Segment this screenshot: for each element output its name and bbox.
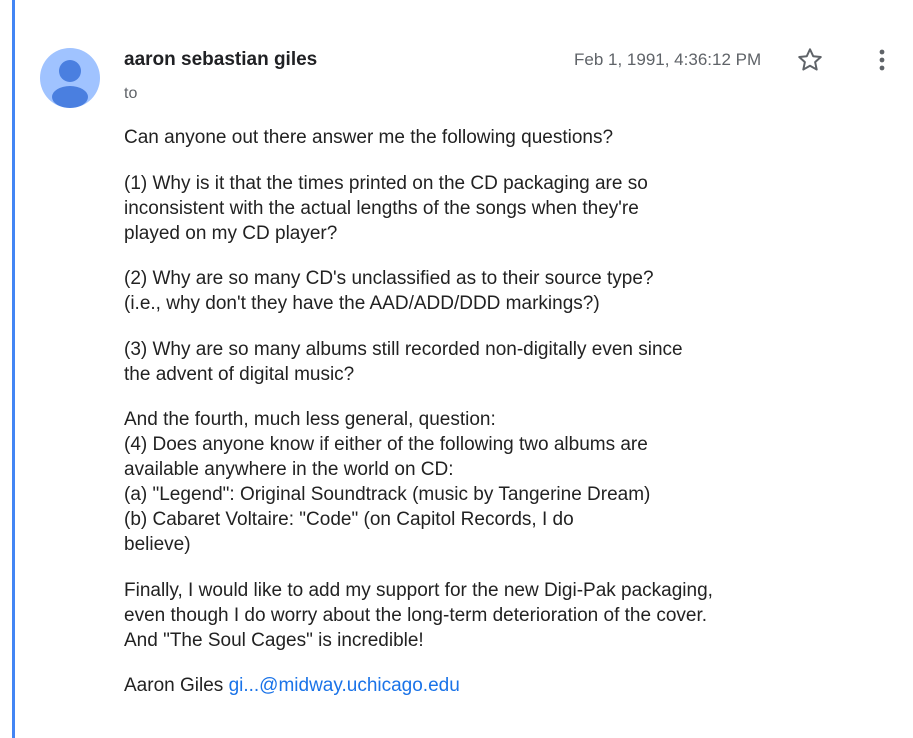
body-line: (2) Why are so many CD's unclassified as… (124, 268, 654, 289)
more-vertical-icon (879, 49, 885, 71)
sender-avatar[interactable] (40, 48, 100, 108)
signature-name: Aaron Giles (124, 675, 224, 696)
message-timestamp: Feb 1, 1991, 4:36:12 PM (574, 50, 762, 69)
body-paragraph: (1) Why is it that the times printed on … (124, 171, 804, 246)
body-line: even though I do worry about the long-te… (124, 604, 708, 626)
body-line: (a) "Legend": Original Soundtrack (music… (124, 484, 651, 505)
sender-name: aaron sebastian giles (124, 49, 318, 70)
body-paragraph: Can anyone out there answer me the follo… (124, 125, 804, 150)
star-button[interactable] (796, 46, 824, 74)
star-outline-icon (798, 48, 822, 71)
body-paragraph: Finally, I would like to add my support … (124, 578, 804, 653)
body-line: inconsistent with the actual lengths of … (124, 197, 639, 219)
body-line: Can anyone out there answer me the follo… (124, 127, 614, 148)
body-line: played on my CD player? (124, 222, 338, 244)
body-line: available anywhere in the world on CD: (124, 459, 454, 480)
body-line: Finally, I would like to add my support … (124, 579, 713, 601)
sender-email-link[interactable]: gi...@midway.uchicago.edu (229, 675, 460, 696)
body-paragraph: And the fourth, much less general, quest… (124, 407, 804, 557)
body-line: (1) Why is it that the times printed on … (124, 172, 648, 194)
recipients-label[interactable]: to (124, 85, 137, 103)
body-line: the advent of digital music? (124, 363, 355, 385)
person-avatar-icon (52, 60, 88, 108)
body-line: (4) Does anyone know if either of the fo… (124, 434, 648, 455)
body-paragraph: (3) Why are so many albums still recorde… (124, 337, 804, 387)
signature: Aaron Giles gi...@midway.uchicago.edu (124, 673, 804, 698)
message-body: Can anyone out there answer me the follo… (124, 125, 804, 719)
body-line: (b) Cabaret Voltaire: "Code" (on Capitol… (124, 509, 574, 530)
body-line: And "The Soul Cages" is incredible! (124, 629, 424, 651)
body-line: believe) (124, 534, 191, 555)
body-line: (3) Why are so many albums still recorde… (124, 338, 683, 360)
more-options-button[interactable] (870, 46, 894, 74)
body-paragraph: (2) Why are so many CD's unclassified as… (124, 266, 804, 316)
body-line: (i.e., why don't they have the AAD/ADD/D… (124, 293, 600, 314)
signature-line: Aaron Giles gi...@midway.uchicago.edu (124, 673, 804, 698)
message-accent-bar (12, 0, 15, 738)
body-line: And the fourth, much less general, quest… (124, 409, 496, 430)
